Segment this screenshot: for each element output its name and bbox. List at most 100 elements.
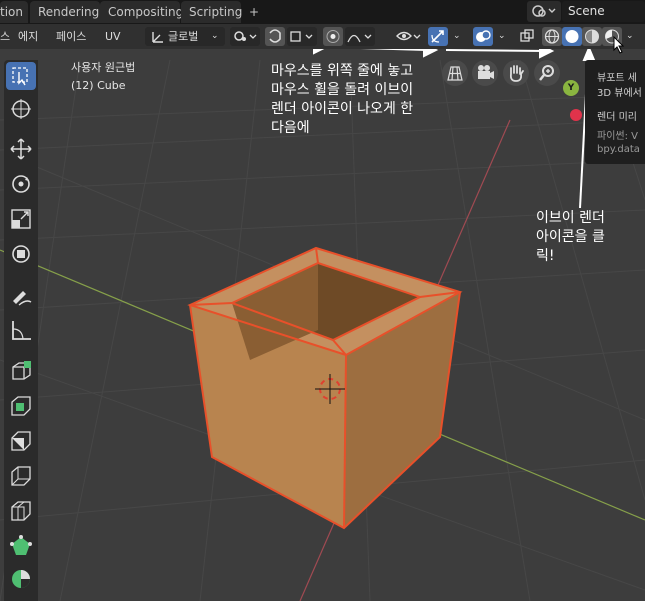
scene-name-field[interactable]: Scene <box>562 1 645 22</box>
tooltip-python-path: bpy.data <box>597 144 640 155</box>
gizmo-icon <box>431 30 444 43</box>
tool-spin[interactable] <box>6 565 36 593</box>
tool-move[interactable] <box>6 135 36 163</box>
tab-scripting[interactable]: Scripting <box>181 1 242 23</box>
y-axis-label: Y <box>567 83 575 93</box>
tooltip-subtitle: 3D 뷰에서 <box>597 88 642 99</box>
cursor-tool-icon <box>11 99 31 119</box>
visibility-dropdown[interactable] <box>395 27 423 46</box>
view-perspective-label: 사용자 원근법 <box>71 61 136 74</box>
tooltip-render-preview: 렌더 미리 <box>597 112 637 123</box>
falloff-curve-icon <box>347 34 372 43</box>
tool-bevel[interactable] <box>6 462 36 490</box>
overlays-toggle[interactable] <box>473 27 493 46</box>
pivot-icon <box>234 31 257 41</box>
tab-rendering[interactable]: Rendering <box>30 1 100 23</box>
shading-solid-button[interactable] <box>562 27 582 46</box>
instruction-line: 다음에 <box>271 120 310 136</box>
shading-material-preview-button[interactable] <box>582 27 602 46</box>
tab-compositing[interactable]: Compositing <box>100 1 183 23</box>
chevron-down-icon: ⌄ <box>498 31 506 41</box>
camera-icon <box>478 65 494 79</box>
tool-cursor[interactable] <box>6 95 36 123</box>
solid-shading-icon <box>565 30 579 43</box>
active-object-label: (12) Cube <box>71 79 126 92</box>
orientation-icon <box>152 32 163 43</box>
tool-poly-build[interactable] <box>6 532 36 560</box>
chevron-down-icon: ⌄ <box>453 31 461 41</box>
xray-icon <box>520 29 534 42</box>
add-workspace-button[interactable]: + <box>244 1 264 23</box>
transform-orientation-dropdown[interactable]: 글로벌 ⌄ <box>145 27 225 46</box>
viewport-header: 스 에지 페이스 UV 글로벌 ⌄ ⌄ ⌄ ⌄ <box>0 24 645 54</box>
transform-icon <box>12 245 30 263</box>
measure-ruler-icon <box>12 321 31 340</box>
move-icon <box>10 138 32 160</box>
select-box-icon <box>12 67 28 86</box>
menu-select[interactable]: 스 <box>0 27 12 46</box>
shading-wireframe-button[interactable] <box>542 27 562 46</box>
gizmo-toggle[interactable] <box>428 27 448 46</box>
tool-scale[interactable] <box>6 205 36 233</box>
snap-toggle[interactable] <box>265 27 285 46</box>
tab-layout[interactable]: tion <box>0 1 28 23</box>
tool-extrude[interactable] <box>6 392 36 420</box>
extrude-icon <box>11 396 31 416</box>
pivot-point-dropdown[interactable] <box>230 27 260 46</box>
zoom-magnifier-icon <box>539 65 554 81</box>
chevron-down-icon: ⌄ <box>626 31 634 41</box>
orientation-label: 글로벌 <box>168 30 199 43</box>
scale-icon <box>11 209 31 229</box>
eye-icon <box>396 31 421 41</box>
camera-view-button[interactable] <box>472 60 498 86</box>
spin-icon <box>12 570 30 588</box>
grid-icon <box>447 66 463 81</box>
bevel-icon <box>11 466 31 486</box>
instruction-line: 아이콘을 클 <box>536 229 605 245</box>
poly-build-icon <box>10 535 32 555</box>
overlays-icon <box>476 30 491 42</box>
material-preview-icon <box>585 29 599 44</box>
zoom-view-button[interactable] <box>534 60 560 86</box>
xray-toggle[interactable] <box>518 27 536 46</box>
menu-face[interactable]: 페이스 <box>56 27 96 46</box>
pan-view-button[interactable] <box>503 60 529 86</box>
toggle-ortho-button[interactable] <box>442 60 468 86</box>
tool-rotate[interactable] <box>6 170 36 198</box>
chevron-down-icon: ⌄ <box>211 31 219 41</box>
overlays-dropdown[interactable]: ⌄ <box>495 27 509 46</box>
tool-loop-cut[interactable] <box>6 497 36 525</box>
menu-uv[interactable]: UV <box>105 27 127 46</box>
instruction-line: 마우스 휠을 돌려 이브이 <box>271 82 414 98</box>
hand-icon <box>509 65 524 82</box>
tool-measure[interactable] <box>6 317 36 345</box>
tool-transform[interactable] <box>6 240 36 268</box>
instruction-line: 렌더 아이콘이 나오게 한 <box>271 101 414 117</box>
tooltip-panel: 뷰포트 세 3D 뷰에서 렌더 미리 파이썬: V bpy.data <box>585 60 645 164</box>
rotate-icon <box>12 175 30 193</box>
scene-icon <box>532 5 556 17</box>
tool-shelf <box>4 60 38 601</box>
scene-selector[interactable] <box>527 1 561 22</box>
tool-select-box[interactable] <box>6 62 36 90</box>
shading-options-dropdown[interactable]: ⌄ <box>623 27 637 46</box>
snap-target-dropdown[interactable] <box>287 27 317 46</box>
annotate-pencil-icon <box>13 291 32 306</box>
proportional-icon <box>326 30 340 43</box>
instruction-line: 이브이 렌더 <box>536 210 605 226</box>
falloff-dropdown[interactable] <box>345 27 375 46</box>
add-cube-icon <box>12 361 31 380</box>
tool-add-cube[interactable] <box>6 357 36 385</box>
tooltip-title: 뷰포트 세 <box>597 73 637 84</box>
tool-annotate[interactable] <box>6 282 36 310</box>
navigation-gizmo-x-axis[interactable] <box>570 109 582 121</box>
instruction-line: 마우스를 위쪽 줄에 놓고 <box>271 63 414 79</box>
navigation-gizmo-y-axis[interactable]: Y <box>563 80 579 96</box>
proportional-editing-toggle[interactable] <box>323 27 343 46</box>
click-instruction-annotation: 이브이 렌더 아이콘을 클 릭! <box>536 209 605 266</box>
gizmo-dropdown[interactable]: ⌄ <box>450 27 464 46</box>
instruction-annotation: 마우스를 위쪽 줄에 놓고 마우스 휠을 돌려 이브이 렌더 아이콘이 나오게 … <box>271 62 413 138</box>
menu-edge[interactable]: 에지 <box>18 27 46 46</box>
tool-inset[interactable] <box>6 427 36 455</box>
magnet-icon <box>269 29 281 43</box>
